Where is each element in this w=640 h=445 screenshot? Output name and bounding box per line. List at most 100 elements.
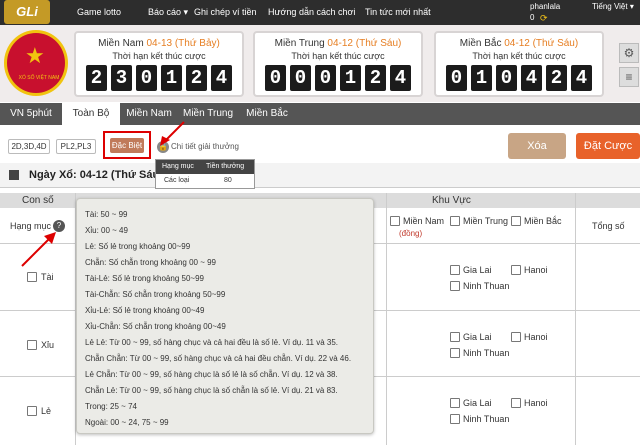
logo[interactable]: GLi	[4, 0, 50, 24]
annotation-arrow	[160, 121, 185, 146]
bet-type-tooltip: Tài: 50 ~ 99 Xỉu: 00 ~ 49 Lẻ: Số lẻ tron…	[76, 198, 374, 434]
place-checkbox[interactable]	[450, 398, 460, 408]
region-title: Miền Trung 04-12 (Thứ Sáu)	[255, 38, 421, 49]
place-bet-button[interactable]: Đặt Cược	[576, 133, 640, 159]
countdown-digit: 1	[161, 65, 182, 91]
countdown-digit: 2	[365, 65, 386, 91]
countdown-digit: 4	[571, 65, 592, 91]
tooltip-line: Lẻ Lẻ: Từ 00 ~ 99, số hàng chục và cả ha…	[85, 338, 339, 347]
type-button-pl2pl3[interactable]: PL2,PL3	[56, 139, 96, 154]
nav-tin-tuc[interactable]: Tin tức mới nhất	[365, 7, 431, 17]
label-mien-bac: Miền Bắc	[524, 216, 562, 226]
prize-popup-c2: 80	[224, 177, 232, 184]
row-label: Tài	[41, 272, 54, 282]
countdown-digit: 3	[111, 65, 132, 91]
document-icon[interactable]: ≡	[619, 67, 639, 87]
nav-bao-cao[interactable]: Báo cáo ▾	[148, 7, 188, 18]
region-subtitle: Thời hạn kết thúc cược	[112, 51, 206, 61]
row-label: Lẻ	[41, 406, 52, 416]
countdown-digit: 2	[186, 65, 207, 91]
countdown-digit: 0	[290, 65, 311, 91]
place-label: Hanoi	[524, 265, 548, 275]
username[interactable]: phanlala	[530, 2, 560, 11]
label-dong: (đồng)	[399, 229, 423, 238]
tooltip-line: Lẻ: Số lẻ trong khoảng 00~99	[85, 242, 191, 251]
checkbox-mien-bac[interactable]	[511, 216, 521, 226]
checkbox-mien-trung[interactable]	[450, 216, 460, 226]
prize-popup-h1: Hạng mục	[162, 163, 194, 170]
region-title: Miền Nam 04-13 (Thứ Bảy)	[76, 38, 242, 49]
countdown-digit: 4	[211, 65, 232, 91]
countdown-digit: 2	[546, 65, 567, 91]
region-subtitle: Thời hạn kết thúc cược	[291, 51, 385, 61]
row-checkbox[interactable]	[27, 272, 37, 282]
label-mien-trung: Miền Trung	[463, 216, 509, 226]
countdown-digit: 0	[446, 65, 467, 91]
place-checkbox[interactable]	[450, 332, 460, 342]
language-select[interactable]: Tiếng Việt ▾	[592, 2, 634, 11]
tab-mien-bac[interactable]: Miền Bắc	[238, 103, 296, 125]
region-date: 04-13 (Thứ Bảy)	[146, 38, 220, 49]
countdown-digit: 1	[340, 65, 361, 91]
region-panel-mien-trung: Miền Trung 04-12 (Thứ Sáu) Thời hạn kết …	[253, 31, 423, 97]
tong-so-label: Tổng số	[592, 221, 625, 231]
header: ★ XỔ SỐ VIỆT NAM Miền Nam 04-13 (Thứ Bảy…	[0, 25, 640, 102]
region-name: Miền Trung	[274, 38, 325, 49]
tooltip-line: Tài-Lẻ: Số lẻ trong khoảng 50~99	[85, 274, 204, 283]
tooltip-line: Xỉu: 00 ~ 49	[85, 226, 128, 235]
tab-vn5phut[interactable]: VN 5phút	[0, 103, 62, 125]
row-label: Xỉu	[41, 340, 55, 350]
clear-button[interactable]: Xóa	[508, 133, 566, 159]
tooltip-line: Trong: 25 ~ 74	[85, 402, 137, 411]
region-panel-mien-nam: Miền Nam 04-13 (Thứ Bảy) Thời hạn kết th…	[74, 31, 244, 97]
countdown-digit: 0	[136, 65, 157, 91]
place-checkbox[interactable]	[511, 398, 521, 408]
tooltip-line: Ngoài: 00 ~ 24, 75 ~ 99	[85, 418, 169, 427]
countdown-digit: 0	[315, 65, 336, 91]
nav-game-lotto[interactable]: Game lotto	[77, 7, 121, 17]
label-mien-nam: Miền Nam	[403, 216, 445, 226]
top-nav: GLi Game lotto Báo cáo ▾ Ghi chép ví tiề…	[0, 0, 640, 25]
flag-text: XỔ SỐ VIỆT NAM	[18, 75, 60, 81]
place-checkbox[interactable]	[450, 265, 460, 275]
place-checkbox[interactable]	[511, 265, 521, 275]
annotation-arrow	[21, 232, 56, 267]
row-checkbox[interactable]	[27, 406, 37, 416]
chevron-down-icon: ▾	[183, 7, 189, 17]
place-checkbox[interactable]	[450, 281, 460, 291]
place-label: Ninh Thuan	[463, 281, 510, 291]
place-label: Ninh Thuan	[463, 414, 510, 424]
place-label: Gia Lai	[463, 398, 492, 408]
place-checkbox[interactable]	[511, 332, 521, 342]
col-con-so: Con số	[22, 195, 54, 206]
tooltip-line: Chẵn Lẻ: Từ 00 ~ 99, số hàng chục là số …	[85, 386, 338, 395]
col-khu-vuc: Khu Vực	[432, 195, 471, 206]
tooltip-line: Chẵn: Số chẵn trong khoảng 00 ~ 99	[85, 258, 216, 267]
countdown-digit: 4	[521, 65, 542, 91]
place-checkbox[interactable]	[450, 414, 460, 424]
nav-huong-dan[interactable]: Hướng dẫn cách chơi	[268, 7, 355, 17]
prize-popup: Hạng mục Tiền thưởng Các loại 80	[155, 159, 255, 189]
nav-ghi-chep[interactable]: Ghi chép ví tiền	[194, 7, 257, 17]
countdown-digit: 2	[86, 65, 107, 91]
region-date: 04-12 (Thứ Sáu)	[504, 38, 579, 49]
row-checkbox[interactable]	[27, 340, 37, 350]
tooltip-line: Xỉu-Lẻ: Số lẻ trong khoảng 00~49	[85, 306, 205, 315]
prize-popup-header: Hạng mục Tiền thưởng	[156, 160, 254, 174]
tooltip-line: Lẻ Chẵn: Từ 00 ~ 99, số hàng chục là số …	[85, 370, 338, 379]
tab-bar: VN 5phút Toàn Bộ Miền Nam Miền Trung Miề…	[0, 103, 640, 125]
type-button-2d3d4d[interactable]: 2D,3D,4D	[8, 139, 50, 154]
countdown-digit: 4	[390, 65, 411, 91]
prize-popup-c1: Các loại	[164, 177, 190, 184]
settings-icon[interactable]: ⚙	[619, 43, 639, 63]
place-checkbox[interactable]	[450, 348, 460, 358]
refresh-icon[interactable]: ⟳	[540, 13, 548, 24]
calendar-icon	[9, 170, 19, 180]
region-name: Miền Nam	[98, 38, 144, 49]
region-date: 04-12 (Thứ Sáu)	[327, 38, 402, 49]
tooltip-line: Tài-Chẵn: Số chẵn trong khoảng 50~99	[85, 290, 226, 299]
checkbox-mien-nam[interactable]	[390, 216, 400, 226]
nav-bao-cao-label: Báo cáo	[148, 7, 182, 17]
vietnam-flag-logo: ★ XỔ SỐ VIỆT NAM	[4, 30, 68, 96]
tab-toan-bo[interactable]: Toàn Bộ	[62, 103, 120, 125]
